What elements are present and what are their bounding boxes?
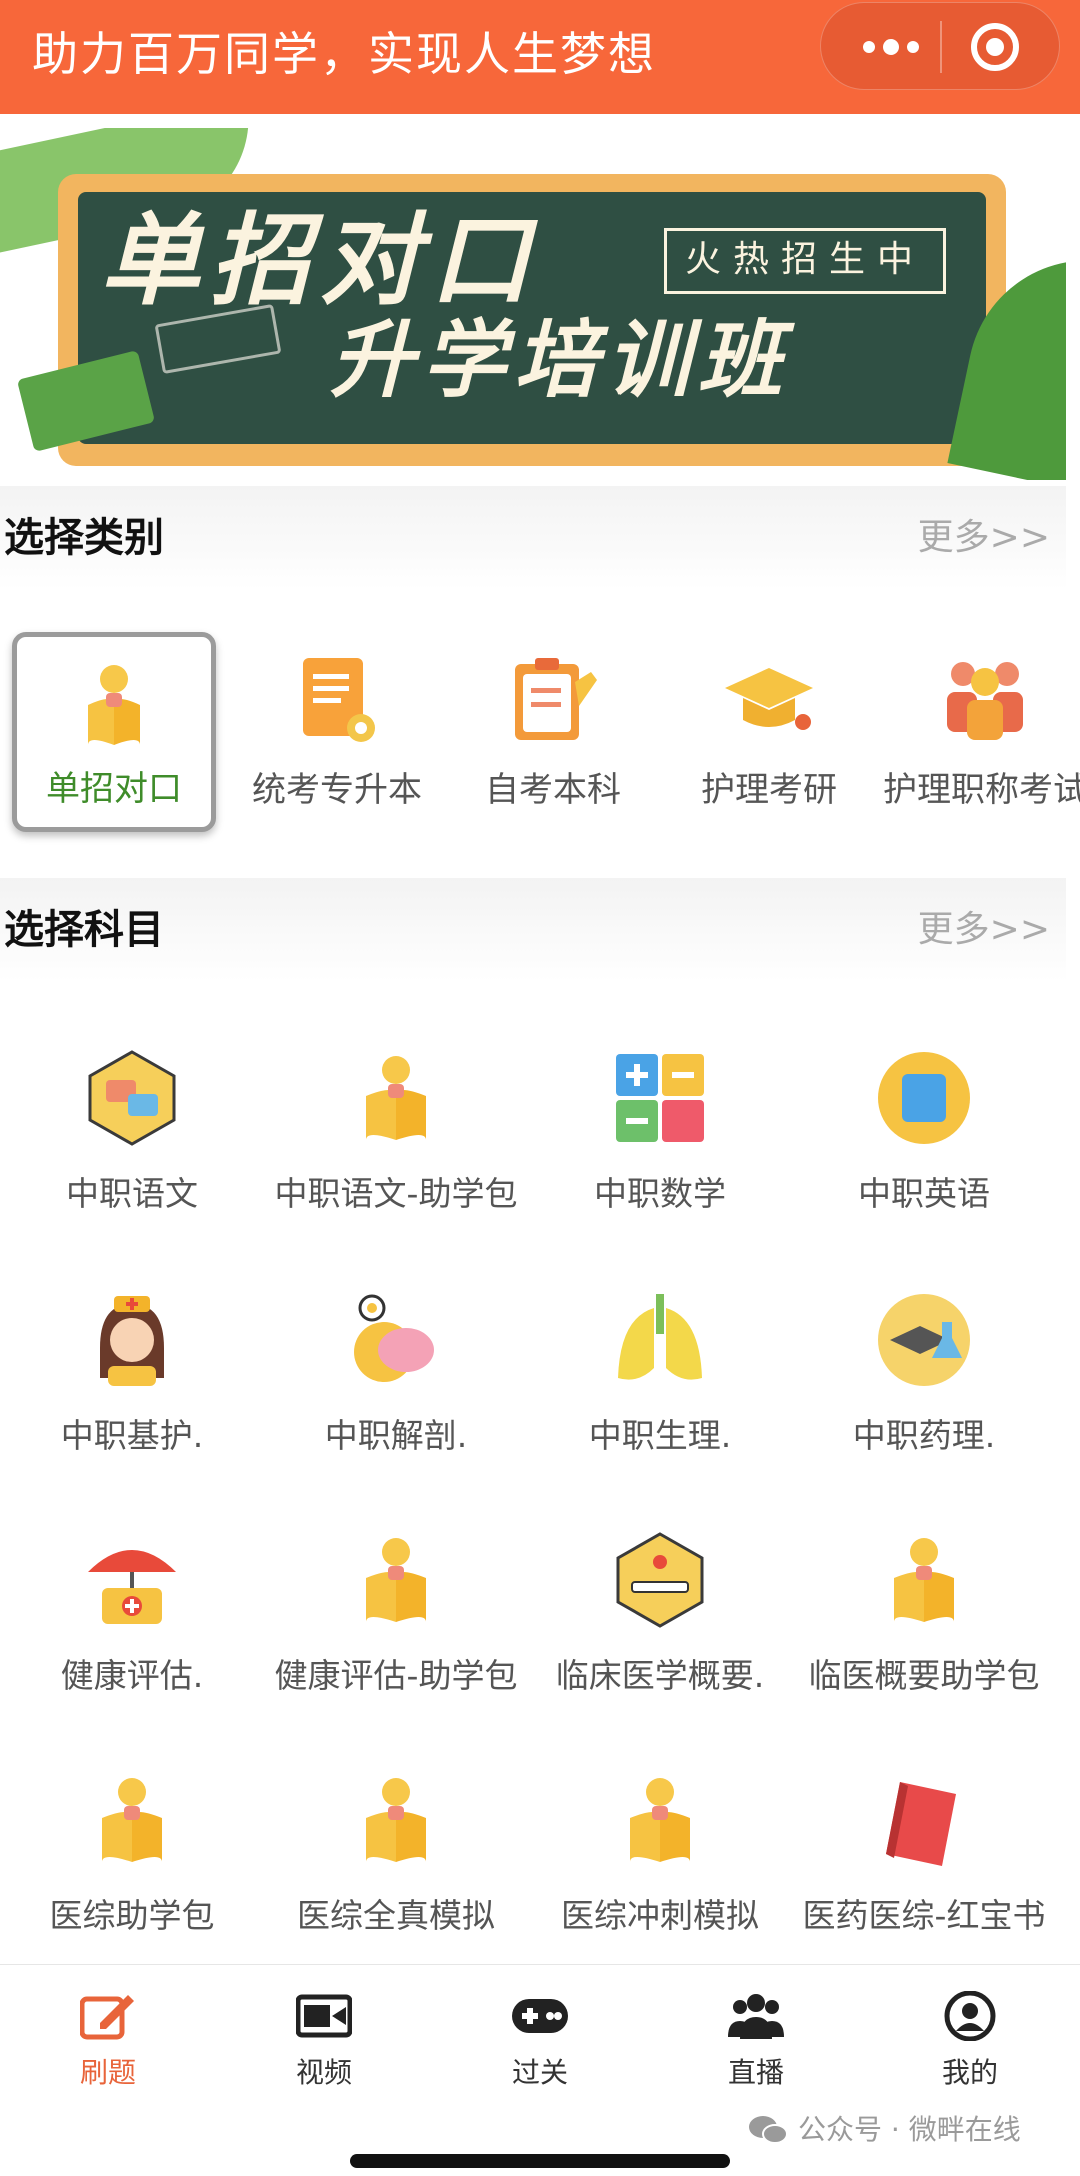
tab-label: 刷题 <box>79 2056 136 2089</box>
subject-section-header: 选择科目 更多>> <box>0 878 1066 982</box>
red-book-icon <box>876 1772 972 1868</box>
capsule-divider <box>940 21 942 73</box>
abcd-icon <box>876 1050 972 1146</box>
subject-label: 中职英语 <box>858 1174 990 1213</box>
subject-label: 健康评估-助学包 <box>274 1656 518 1695</box>
subject-item[interactable]: 医综助学包 <box>0 1772 264 1972</box>
graduation-cap-icon <box>721 652 817 748</box>
subject-label: 中职解剖. <box>324 1416 468 1455</box>
subject-item[interactable]: 医综冲刺模拟 <box>528 1772 792 1972</box>
subject-label: 中职药理. <box>852 1416 996 1455</box>
profile-icon <box>942 1991 998 2041</box>
reading-person-icon <box>348 1050 444 1146</box>
lungs-icon <box>612 1292 708 1388</box>
tab-live[interactable]: 直播 <box>686 1991 826 2101</box>
subject-label: 中职语文-助学包 <box>274 1174 518 1213</box>
language-icon <box>84 1050 180 1146</box>
subject-item[interactable]: 中职基护. <box>0 1292 264 1492</box>
subject-label: 健康评估. <box>60 1656 204 1695</box>
tab-video[interactable]: 视频 <box>254 1991 394 2101</box>
subject-label: 医综助学包 <box>49 1896 215 1935</box>
reading-person-icon <box>612 1772 708 1868</box>
subject-item[interactable]: 中职英语 <box>792 1050 1056 1250</box>
banner-subheadline: 升学培训班 <box>330 311 791 409</box>
tab-label: 过关 <box>511 2056 568 2089</box>
mini-program-capsule <box>820 2 1060 90</box>
video-icon <box>296 1991 352 2041</box>
brain-icon <box>348 1292 444 1388</box>
section-title: 选择科目 <box>4 907 164 953</box>
close-target-icon[interactable] <box>971 23 1019 71</box>
banner-headline: 单招对口 <box>100 202 540 319</box>
calculator-icon <box>612 1050 708 1146</box>
top-bar: 助力百万同学，实现人生梦想 <box>0 0 1080 114</box>
subject-item[interactable]: 临床医学概要. <box>528 1532 792 1732</box>
group-icon <box>937 652 1033 748</box>
watermark: 公众号 · 微畔在线 <box>748 2110 1021 2150</box>
category-item[interactable]: 护理职称考试 <box>880 592 1080 832</box>
more-link[interactable]: 更多>> <box>918 906 1050 954</box>
watermark-text: 公众号 · 微畔在线 <box>798 2113 1021 2146</box>
category-label: 护理职称考试 <box>883 770 1080 810</box>
category-item[interactable]: 单招对口 <box>12 632 216 832</box>
subject-label: 医药医综-红宝书 <box>802 1896 1046 1935</box>
more-link[interactable]: 更多>> <box>918 514 1050 562</box>
subject-item[interactable]: 中职语文-助学包 <box>264 1050 528 1250</box>
clipboard-icon <box>505 652 601 748</box>
subject-label: 中职数学 <box>594 1174 726 1213</box>
home-indicator[interactable] <box>350 2154 730 2168</box>
more-options-icon[interactable] <box>843 3 939 91</box>
subject-item[interactable]: 临医概要助学包 <box>792 1532 1056 1732</box>
subject-label: 中职语文 <box>66 1174 198 1213</box>
tab-label: 我的 <box>941 2056 998 2089</box>
medical-umbrella-icon <box>84 1532 180 1628</box>
subject-label: 中职基护. <box>60 1416 204 1455</box>
gamepad-icon <box>512 1991 568 2041</box>
tab-profile[interactable]: 我的 <box>900 1991 1040 2101</box>
tab-practice[interactable]: 刷题 <box>38 1991 178 2101</box>
section-title: 选择类别 <box>4 515 164 561</box>
wechat-icon <box>748 2114 788 2146</box>
promo-banner[interactable]: 单招对口 火热招生中 升学培训班 <box>0 128 1066 480</box>
subject-item[interactable]: 中职药理. <box>792 1292 1056 1492</box>
subject-item[interactable]: 健康评估-助学包 <box>264 1532 528 1732</box>
subject-item[interactable]: 中职生理. <box>528 1292 792 1492</box>
subject-label: 中职生理. <box>588 1416 732 1455</box>
reading-person-icon <box>876 1532 972 1628</box>
lab-cap-icon <box>876 1292 972 1388</box>
subject-label: 医综冲刺模拟 <box>561 1896 759 1935</box>
tab-levels[interactable]: 过关 <box>470 1991 610 2101</box>
reading-person-icon <box>66 659 162 755</box>
subject-label: 临床医学概要. <box>555 1656 765 1695</box>
subject-label: 临医概要助学包 <box>808 1656 1040 1695</box>
subject-item[interactable]: 中职解剖. <box>264 1292 528 1492</box>
category-list: 单招对口 统考专升本 自考本科 护理考研 护理职称考试 <box>0 592 1080 852</box>
category-section-header: 选择类别 更多>> <box>0 486 1066 590</box>
reading-person-icon <box>348 1772 444 1868</box>
hospital-bed-icon <box>612 1532 708 1628</box>
reading-person-icon <box>84 1772 180 1868</box>
page-title: 助力百万同学，实现人生梦想 <box>32 27 656 81</box>
tab-label: 视频 <box>295 2056 352 2089</box>
nurse-icon <box>84 1292 180 1388</box>
subject-item[interactable]: 医综全真模拟 <box>264 1772 528 1972</box>
edit-icon <box>80 1991 136 2041</box>
certificate-icon <box>289 652 385 748</box>
subject-item[interactable]: 中职数学 <box>528 1050 792 1250</box>
subject-item[interactable]: 中职语文 <box>0 1050 264 1250</box>
reading-person-icon <box>348 1532 444 1628</box>
banner-tag: 火热招生中 <box>664 228 946 294</box>
subject-item[interactable]: 医药医综-红宝书 <box>792 1772 1056 1972</box>
tab-label: 直播 <box>727 2056 784 2089</box>
subject-label: 医综全真模拟 <box>297 1896 495 1935</box>
subject-item[interactable]: 健康评估. <box>0 1532 264 1732</box>
people-icon <box>728 1991 784 2041</box>
